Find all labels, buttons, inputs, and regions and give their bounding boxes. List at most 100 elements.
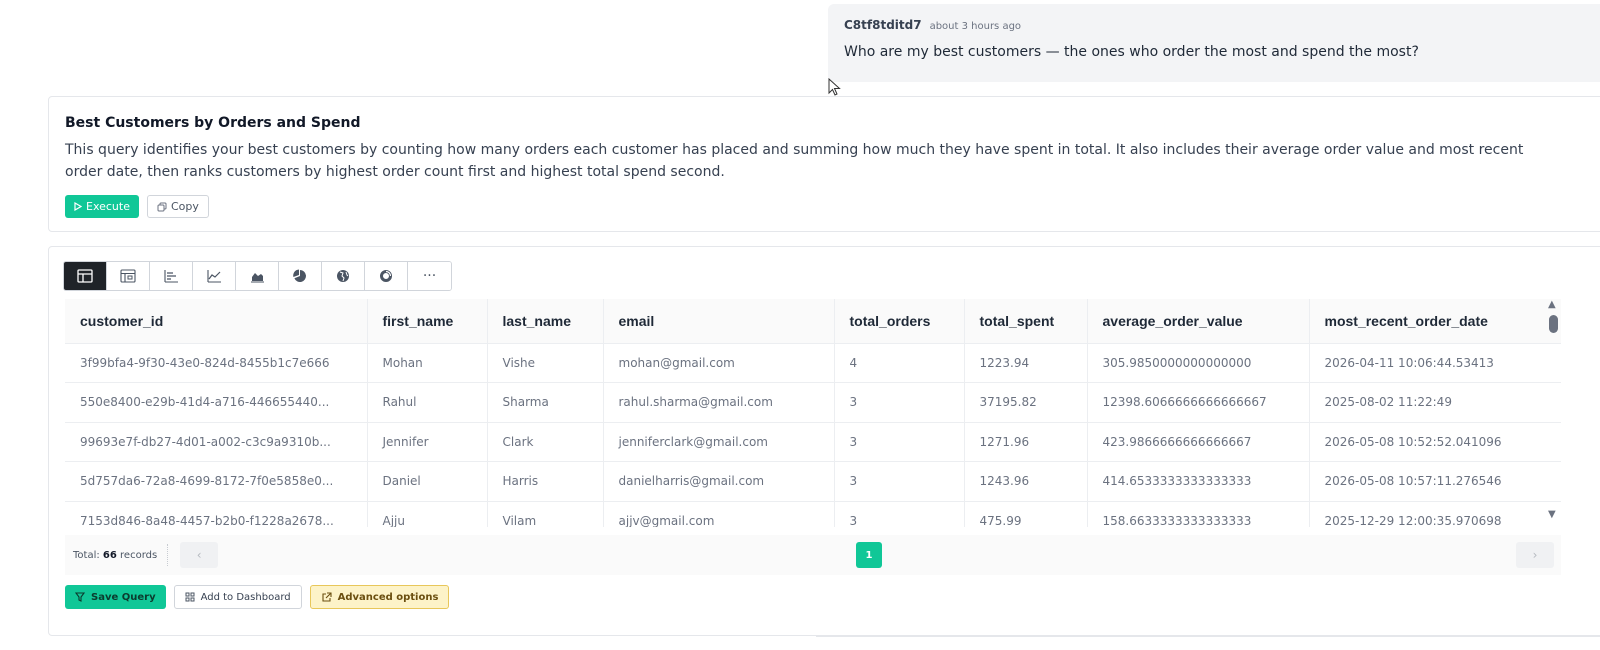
copy-label: Copy xyxy=(171,200,199,213)
page-number-button[interactable]: 1 xyxy=(856,542,882,568)
query-description: This query identifies your best customer… xyxy=(65,142,1524,180)
more-options-button[interactable]: ··· xyxy=(408,262,451,290)
bar-chart-view-button[interactable] xyxy=(150,262,193,290)
copy-icon xyxy=(157,202,167,211)
area-chart-view-button[interactable] xyxy=(236,262,279,290)
copy-button[interactable]: Copy xyxy=(147,195,209,218)
pagination-divider xyxy=(167,544,169,566)
pie-chart-view-button[interactable] xyxy=(279,262,322,290)
play-icon xyxy=(74,202,82,211)
add-to-dashboard-button[interactable]: Add to Dashboard xyxy=(173,585,302,609)
table-cell: 12398.6066666666666667 xyxy=(1087,382,1310,423)
table-cell: 2025-12-29 12:00:35.970698 xyxy=(1309,501,1561,527)
total-count: 66 xyxy=(102,549,117,561)
area-chart-icon xyxy=(251,273,264,283)
table-cell: 3 xyxy=(834,382,965,423)
table-row[interactable]: 3f99bfa4-9f30-43e0-824d-8455b1c7e666 Moh… xyxy=(65,343,1561,383)
scrollbar-thumb[interactable] xyxy=(1549,315,1558,333)
column-header[interactable]: email xyxy=(603,299,835,344)
table-cell: 2025-08-02 11:22:49 xyxy=(1309,382,1561,423)
results-table-container[interactable]: customer_id first_name last_name email t… xyxy=(65,299,1561,527)
column-header[interactable]: most_recent_order_date xyxy=(1309,299,1561,344)
table-cell: 1223.94 xyxy=(964,343,1088,383)
column-header[interactable]: average_order_value xyxy=(1087,299,1310,344)
table-cell: jenniferclark@gmail.com xyxy=(603,422,835,462)
table-cell: 5d757da6-72a8-4699-8172-7f0e5858e0... xyxy=(65,461,368,502)
donut-chart-icon xyxy=(380,270,392,282)
vertical-scrollbar[interactable]: ▲ ▼ xyxy=(1545,299,1561,527)
line-chart-view-button[interactable] xyxy=(193,262,236,290)
donut-chart-view-button[interactable] xyxy=(365,262,408,290)
filter-icon xyxy=(75,592,85,602)
previous-page-button[interactable]: ‹ xyxy=(180,542,219,568)
scroll-up-icon[interactable]: ▲ xyxy=(1548,299,1556,310)
add-to-dashboard-label: Add to Dashboard xyxy=(200,591,291,603)
column-header[interactable]: first_name xyxy=(367,299,488,344)
total-suffix: records xyxy=(120,549,158,561)
table-header-row: customer_id first_name last_name email t… xyxy=(65,299,1561,344)
pivot-view-button[interactable] xyxy=(107,262,150,290)
table-cell: 3f99bfa4-9f30-43e0-824d-8455b1c7e666 xyxy=(65,343,368,383)
table-cell: 2026-04-11 10:06:44.53413 xyxy=(1309,343,1561,383)
column-header[interactable]: total_orders xyxy=(834,299,965,344)
advanced-options-label: Advanced options xyxy=(337,591,439,603)
table-cell: 3 xyxy=(834,501,965,527)
scroll-down-icon[interactable]: ▼ xyxy=(1548,509,1556,520)
column-header[interactable]: customer_id xyxy=(65,299,368,344)
table-cell: 37195.82 xyxy=(964,382,1088,423)
save-query-button[interactable]: Save Query xyxy=(65,585,166,609)
advanced-options-button[interactable]: Advanced options xyxy=(309,585,450,609)
table-row[interactable]: 99693e7f-db27-4d01-a002-c3c9a9310b... Je… xyxy=(65,422,1561,462)
table-cell: 423.9866666666666667 xyxy=(1087,422,1310,462)
external-link-icon xyxy=(322,591,332,602)
results-card: ··· customer_id first_name last_name ema… xyxy=(48,246,1600,636)
globe-icon xyxy=(337,270,349,282)
table-cell: Jennifer xyxy=(367,422,488,462)
pie-chart-icon xyxy=(293,269,306,282)
line-chart-icon xyxy=(207,270,221,283)
table-cell: 99693e7f-db27-4d01-a002-c3c9a9310b... xyxy=(65,422,368,462)
map-view-button[interactable] xyxy=(322,262,365,290)
table-icon xyxy=(77,269,93,283)
bar-chart-icon xyxy=(164,270,178,283)
message-header: C8tf8tditd7 about 3 hours ago xyxy=(844,18,1584,32)
column-header[interactable]: last_name xyxy=(487,299,604,344)
chevron-left-icon: ‹ xyxy=(196,548,202,562)
table-cell: Rahul xyxy=(367,382,488,423)
table-cell: 305.9850000000000000 xyxy=(1087,343,1310,383)
chevron-right-icon: › xyxy=(1532,548,1538,562)
table-view-button[interactable] xyxy=(64,262,107,290)
table-cell: 2026-05-08 10:52:52.041096 xyxy=(1309,422,1561,462)
table-cell: 3 xyxy=(834,461,965,502)
next-page-button[interactable]: › xyxy=(1516,542,1554,568)
table-cell: 158.6633333333333333 xyxy=(1087,501,1310,527)
table-cell: Ajju xyxy=(367,501,488,527)
table-cell: 3 xyxy=(834,422,965,462)
execute-label: Execute xyxy=(86,200,130,213)
table-cell: Vilam xyxy=(487,501,604,527)
table-row[interactable]: 7153d846-8a48-4457-b2b0-f1228a2678... Aj… xyxy=(65,501,1561,527)
message-timestamp: about 3 hours ago xyxy=(929,21,1022,32)
table-cell: 7153d846-8a48-4457-b2b0-f1228a2678... xyxy=(65,501,368,527)
table-cell: 475.99 xyxy=(964,501,1088,527)
table-cell: 550e8400-e29b-41d4-a716-446655440... xyxy=(65,382,368,423)
table-cell: 1271.96 xyxy=(964,422,1088,462)
table-row[interactable]: 5d757da6-72a8-4699-8172-7f0e5858e0... Da… xyxy=(65,461,1561,502)
query-title: Best Customers by Orders and Spend xyxy=(65,115,361,131)
more-options-icon: ··· xyxy=(422,268,437,284)
query-card: Best Customers by Orders and Spend This … xyxy=(48,96,1600,232)
chat-message: C8tf8tditd7 about 3 hours ago Who are my… xyxy=(828,4,1600,82)
column-header[interactable]: total_spent xyxy=(964,299,1088,344)
visualization-toolbar: ··· xyxy=(63,261,452,291)
table-cell: mohan@gmail.com xyxy=(603,343,835,383)
table-cell: Harris xyxy=(487,461,604,502)
table-cell: Mohan xyxy=(367,343,488,383)
pagination-bar: Total: 66 records ‹ 1 › xyxy=(65,535,1561,575)
mouse-cursor-icon xyxy=(828,78,841,96)
table-row[interactable]: 550e8400-e29b-41d4-a716-446655440... Rah… xyxy=(65,382,1561,423)
message-username: C8tf8tditd7 xyxy=(844,18,922,32)
results-table: customer_id first_name last_name email t… xyxy=(65,299,1561,527)
table-cell: 1243.96 xyxy=(964,461,1088,502)
table-cell: Vishe xyxy=(487,343,604,383)
execute-button[interactable]: Execute xyxy=(65,195,139,218)
